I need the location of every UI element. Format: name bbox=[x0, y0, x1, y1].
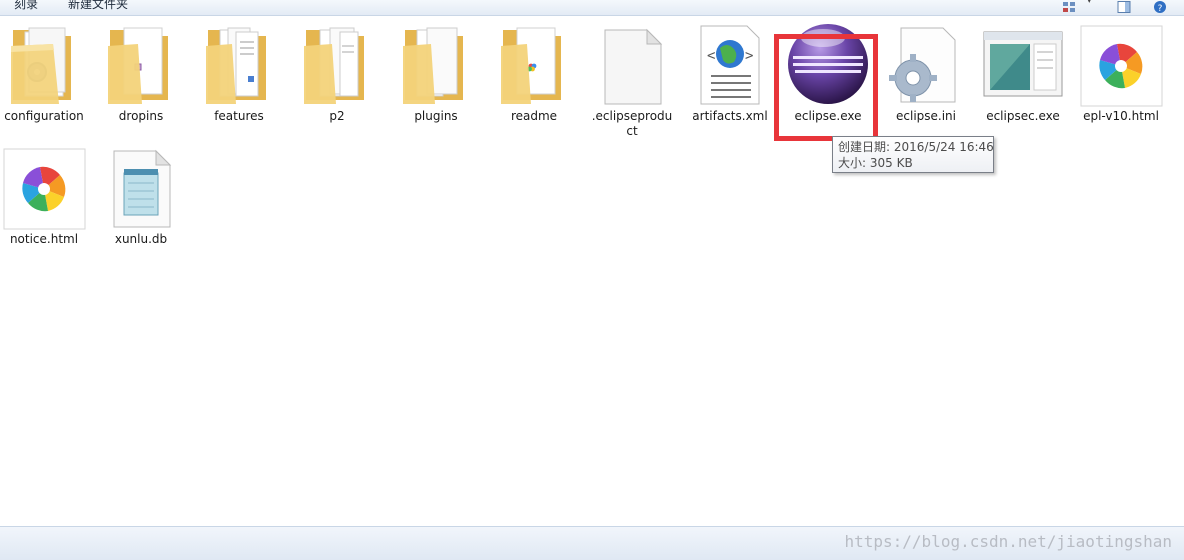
folder-icon bbox=[393, 16, 479, 108]
folder-icon bbox=[491, 16, 577, 108]
folder-icon bbox=[294, 16, 380, 108]
change-view-icon[interactable] bbox=[1062, 0, 1076, 12]
watermark-text: https://blog.csdn.net/jiaotingshan bbox=[844, 532, 1172, 551]
view-dropdown-arrow-icon[interactable]: ▾ bbox=[1087, 0, 1097, 8]
folder-icon bbox=[98, 16, 184, 108]
burn-button[interactable]: 刻录 bbox=[14, 0, 38, 12]
file-name: dropins bbox=[118, 109, 164, 123]
file-name: artifacts.xml bbox=[692, 109, 768, 123]
folder-icon bbox=[1, 16, 87, 108]
command-bar: 刻录 新建文件夹 ▾ ? bbox=[0, 0, 1184, 16]
file-name: readme bbox=[510, 109, 558, 123]
file-name: eclipsec.exe bbox=[986, 109, 1060, 123]
svg-text:<: < bbox=[707, 48, 715, 64]
new-folder-button[interactable]: 新建文件夹 bbox=[68, 0, 128, 12]
file-name: configuration bbox=[4, 109, 84, 123]
browser-html-icon bbox=[1, 139, 87, 231]
help-icon[interactable]: ? bbox=[1153, 0, 1167, 14]
preview-pane-icon[interactable] bbox=[1117, 0, 1131, 13]
file-list-area[interactable]: configuration dropins features p2 plugin… bbox=[0, 16, 1184, 526]
window-exe-icon bbox=[980, 16, 1066, 108]
file-name: features bbox=[214, 109, 264, 123]
blank-file-icon bbox=[589, 16, 675, 108]
folder-icon bbox=[196, 16, 282, 108]
browser-html-icon bbox=[1078, 16, 1164, 108]
selection-highlight-box bbox=[774, 34, 878, 141]
notepad-file-icon bbox=[98, 139, 184, 231]
file-name: epl-v10.html bbox=[1083, 109, 1159, 123]
status-bar: https://blog.csdn.net/jiaotingshan bbox=[0, 526, 1184, 560]
svg-text:>: > bbox=[745, 48, 753, 64]
xml-file-icon: < > bbox=[687, 16, 773, 108]
file-tooltip: 创建日期: 2016/5/24 16:46 大小: 305 KB bbox=[832, 136, 994, 173]
file-name: plugins bbox=[414, 109, 458, 123]
file-name: eclipse.ini bbox=[896, 109, 956, 123]
svg-text:?: ? bbox=[1158, 4, 1163, 13]
file-name: xunlu.db bbox=[114, 232, 168, 246]
file-name: .eclipseproduct bbox=[591, 109, 673, 138]
explorer-window: 刻录 新建文件夹 ▾ ? configuration dropins featu… bbox=[0, 0, 1184, 560]
config-file-icon bbox=[883, 16, 969, 108]
tooltip-size: 大小: 305 KB bbox=[838, 156, 913, 170]
file-name: notice.html bbox=[9, 232, 79, 246]
tooltip-created-date: 创建日期: 2016/5/24 16:46 bbox=[838, 140, 994, 154]
file-name: p2 bbox=[329, 109, 345, 123]
